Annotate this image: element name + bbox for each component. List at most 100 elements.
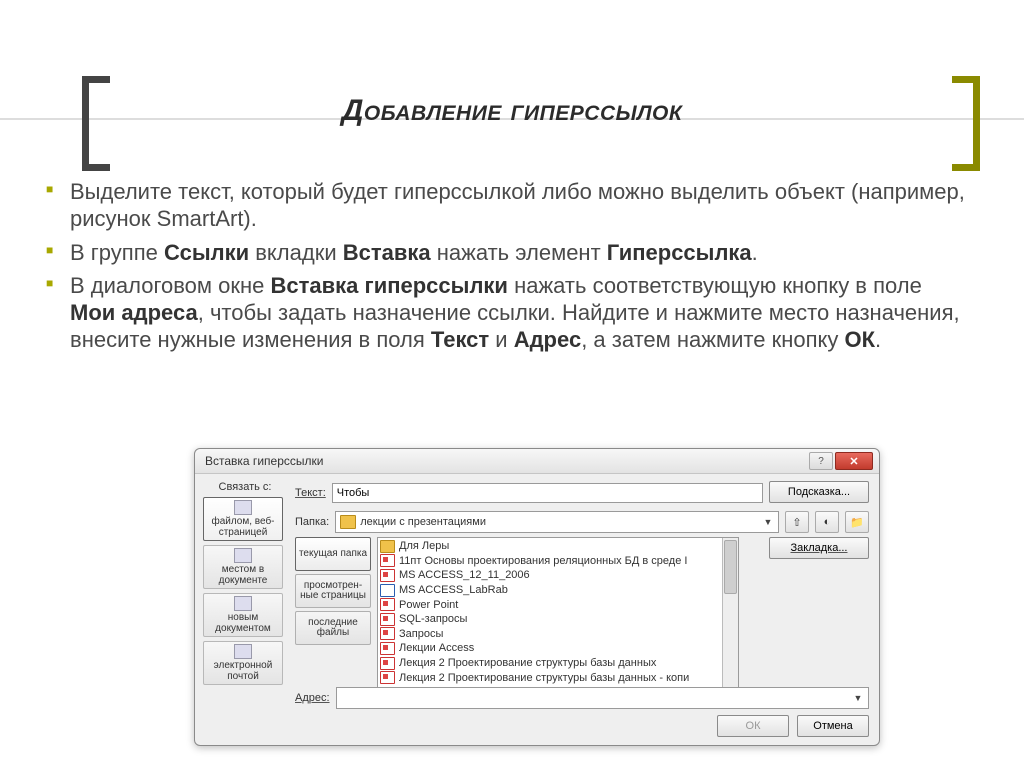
text: . [752, 240, 758, 265]
file-name: Запросы [399, 628, 443, 640]
help-button[interactable]: ? [809, 452, 833, 470]
bold: Гиперссылка [607, 240, 752, 265]
address-row: Адрес: ▼ [295, 687, 869, 709]
folder-icon [340, 515, 356, 529]
list-item[interactable]: Лекция 2 Проектирование структуры базы д… [380, 670, 736, 685]
link-to-tile[interactable]: местом в документе [203, 545, 283, 589]
chevron-down-icon: ▼ [850, 688, 866, 708]
tile-label: местом в документе [206, 565, 280, 586]
browse-tab[interactable]: просмотрен-ные страницы [295, 574, 371, 608]
text: и [489, 327, 514, 352]
tile-icon [234, 644, 252, 659]
tile-icon [234, 548, 252, 563]
link-to-tile[interactable]: электронной почтой [203, 641, 283, 685]
file-icon [380, 671, 395, 684]
link-to-label: Связать с: [203, 481, 287, 493]
tile-icon [234, 596, 252, 611]
link-to-tile[interactable]: файлом, веб-страницей [203, 497, 283, 541]
file-icon [380, 627, 395, 640]
scrollbar[interactable] [722, 538, 738, 688]
browse-tabs: текущая папкапросмотрен-ные страницыпосл… [295, 537, 371, 648]
file-name: MS ACCESS_LabRab [399, 584, 508, 596]
text-label: Текст: [295, 487, 326, 499]
text: . [875, 327, 881, 352]
folder-row: Папка: лекции с презентациями ▼ ⇧ ◐ 📁 [295, 511, 869, 533]
page-title: Добавление гиперссылок [0, 94, 1024, 128]
file-icon [380, 569, 395, 582]
text: вкладки [249, 240, 343, 265]
text-input[interactable] [332, 483, 763, 503]
folder-icon [380, 540, 395, 553]
close-button[interactable]: ✕ [835, 452, 873, 470]
bookmark-button[interactable]: Закладка... [769, 537, 869, 559]
text-row: Текст: [295, 483, 763, 503]
list-item[interactable]: MS ACCESS_LabRab [380, 583, 736, 598]
bold: Ссылки [164, 240, 249, 265]
list-item[interactable]: SQL-запросы [380, 612, 736, 627]
scrollbar-thumb[interactable] [724, 540, 737, 594]
tile-label: электронной почтой [206, 661, 280, 682]
list-item[interactable]: Power Point [380, 597, 736, 612]
dialog-titlebar[interactable]: Вставка гиперссылки ? ✕ [195, 449, 879, 474]
text: В диалоговом окне [70, 273, 271, 298]
bold: Мои адреса [70, 300, 198, 325]
slide: Добавление гиперссылок Выделите текст, к… [0, 0, 1024, 768]
file-listbox[interactable]: Для Леры11пт Основы проектирования реляц… [377, 537, 739, 689]
text: нажать соответствующую кнопку в поле [508, 273, 922, 298]
globe-icon: ◐ [824, 516, 831, 528]
dialog-body: Связать с: файлом, веб-страницей местом в… [195, 473, 879, 745]
list-item: В группе Ссылки вкладки Вставка нажать э… [46, 239, 970, 266]
address-label: Адрес: [295, 692, 330, 704]
list-item: В диалоговом окне Вставка гиперссылки на… [46, 272, 970, 354]
tile-icon [234, 500, 252, 515]
list-item[interactable]: Для Леры [380, 539, 736, 554]
dialog-title: Вставка гиперссылки [205, 454, 807, 468]
file-icon [380, 584, 395, 597]
list-item[interactable]: Запросы [380, 627, 736, 642]
list-item[interactable]: 11пт Основы проектирования реляционных Б… [380, 554, 736, 569]
list-item[interactable]: Лекции Access [380, 641, 736, 656]
file-icon [380, 657, 395, 670]
file-name: Лекция 2 Проектирование структуры базы д… [399, 657, 656, 669]
file-name: Power Point [399, 599, 458, 611]
dialog-actions: ОК Отмена [717, 715, 869, 737]
list-item[interactable]: MS ACCESS_12_11_2006 [380, 568, 736, 583]
file-name: Лекция 2 Проектирование структуры базы д… [399, 672, 689, 684]
folder-label: Папка: [295, 516, 329, 528]
screentip-button[interactable]: Подсказка... [769, 481, 869, 503]
folder-value: лекции с презентациями [360, 516, 486, 528]
up-folder-button[interactable]: ⇧ [785, 511, 809, 533]
text: Выделите текст, который будет гиперссылк… [70, 179, 965, 231]
file-icon [380, 613, 395, 626]
title-area: Добавление гиперссылок [0, 36, 1024, 146]
cancel-button[interactable]: Отмена [797, 715, 869, 737]
file-name: 11пт Основы проектирования реляционных Б… [399, 555, 687, 567]
browse-web-button[interactable]: ◐ [815, 511, 839, 533]
bold: Вставка гиперссылки [271, 273, 508, 298]
tile-label: файлом, веб-страницей [206, 517, 280, 538]
chevron-down-icon: ▼ [760, 512, 776, 532]
link-to-column: Связать с: файлом, веб-страницей местом в… [203, 481, 287, 689]
ok-button[interactable]: ОК [717, 715, 789, 737]
address-combobox[interactable]: ▼ [336, 687, 869, 709]
file-name: SQL-запросы [399, 613, 467, 625]
file-name: Лекции Access [399, 642, 474, 654]
bold: Адрес [514, 327, 581, 352]
open-folder-icon: 📁 [850, 516, 864, 529]
file-name: MS ACCESS_12_11_2006 [399, 569, 530, 581]
browse-tab[interactable]: текущая папка [295, 537, 371, 571]
file-icon [380, 642, 395, 655]
up-arrow-icon: ⇧ [792, 516, 801, 529]
text: , а затем нажмите кнопку [581, 327, 844, 352]
list-item[interactable]: Лекция 2 Проектирование структуры базы д… [380, 656, 736, 671]
text: В группе [70, 240, 164, 265]
browse-file-button[interactable]: 📁 [845, 511, 869, 533]
list-item: Выделите текст, который будет гиперссылк… [46, 178, 970, 233]
close-icon: ✕ [849, 455, 858, 468]
folder-combobox[interactable]: лекции с презентациями ▼ [335, 511, 779, 533]
link-to-tile[interactable]: новым документом [203, 593, 283, 637]
file-icon [380, 554, 395, 567]
browse-tab[interactable]: последние файлы [295, 611, 371, 645]
bold: Текст [431, 327, 489, 352]
bold: Вставка [343, 240, 431, 265]
